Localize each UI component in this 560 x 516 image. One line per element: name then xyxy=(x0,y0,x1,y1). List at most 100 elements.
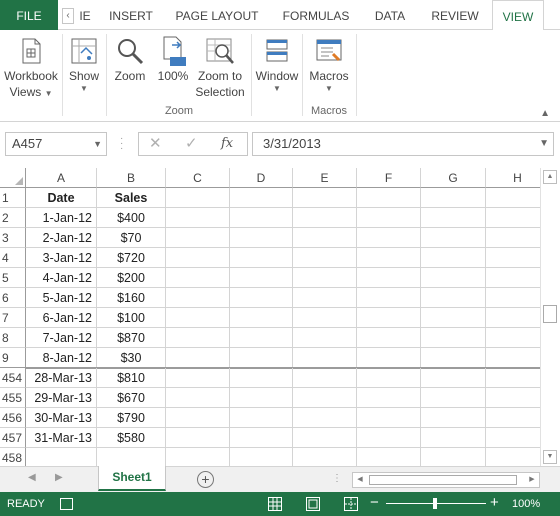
empty-cell[interactable] xyxy=(293,188,357,208)
empty-cell[interactable] xyxy=(230,428,293,448)
row-header[interactable]: 2 xyxy=(0,208,26,228)
row-header[interactable]: 457 xyxy=(0,428,26,448)
scroll-up-icon[interactable]: ▲ xyxy=(543,170,557,184)
empty-cell[interactable] xyxy=(166,208,230,228)
empty-cell[interactable] xyxy=(357,328,421,348)
empty-cell[interactable] xyxy=(357,348,421,368)
vertical-scrollbar[interactable]: ▲ ▼ xyxy=(540,168,560,466)
sales-cell[interactable]: $670 xyxy=(97,388,166,408)
empty-cell[interactable] xyxy=(357,428,421,448)
empty-cell[interactable] xyxy=(357,288,421,308)
workbook-views-button[interactable]: Workbook Views ▼ xyxy=(2,34,60,100)
empty-cell[interactable] xyxy=(357,208,421,228)
zoom-to-selection-button[interactable]: Zoom to Selection xyxy=(194,34,246,100)
empty-cell[interactable] xyxy=(421,188,486,208)
empty-cell[interactable] xyxy=(293,268,357,288)
enter-icon[interactable]: ✓ xyxy=(185,135,198,153)
sheet-next-icon[interactable]: ▶ xyxy=(55,472,63,483)
date-cell[interactable]: 5-Jan-12 xyxy=(26,288,97,308)
header-cell-date[interactable]: Date xyxy=(26,188,97,208)
empty-cell[interactable] xyxy=(230,208,293,228)
column-header-f[interactable]: F xyxy=(357,168,421,188)
empty-cell[interactable] xyxy=(166,188,230,208)
header-cell-sales[interactable]: Sales xyxy=(97,188,166,208)
name-box[interactable]: A457 ▼ xyxy=(5,132,107,156)
column-header-h[interactable]: H xyxy=(486,168,540,188)
sales-cell[interactable]: $400 xyxy=(97,208,166,228)
empty-cell[interactable] xyxy=(486,268,540,288)
horizontal-scroll-thumb[interactable] xyxy=(369,475,517,485)
sales-cell[interactable]: $870 xyxy=(97,328,166,348)
empty-cell[interactable] xyxy=(486,208,540,228)
empty-cell[interactable] xyxy=(166,428,230,448)
empty-cell[interactable] xyxy=(230,268,293,288)
empty-cell[interactable] xyxy=(166,388,230,408)
zoom-100-button[interactable]: 100% xyxy=(154,34,192,84)
empty-cell[interactable] xyxy=(421,248,486,268)
scroll-down-icon[interactable]: ▼ xyxy=(543,450,557,464)
row-header[interactable]: 4 xyxy=(0,248,26,268)
row-header[interactable]: 7 xyxy=(0,308,26,328)
tab-formulas[interactable]: FORMULAS xyxy=(276,0,356,30)
worksheet-grid[interactable]: A B C D E F G H 1 Date Sales 2 1-Jan-12 $400 3 2-Jan-12… xyxy=(0,168,540,466)
row-header[interactable]: 8 xyxy=(0,328,26,348)
empty-cell[interactable] xyxy=(166,228,230,248)
empty-cell[interactable] xyxy=(166,288,230,308)
scroll-right-icon[interactable]: ▶ xyxy=(525,473,539,487)
empty-cell[interactable] xyxy=(293,388,357,408)
sheet-tab-sheet1[interactable]: Sheet1 xyxy=(98,466,166,491)
empty-cell[interactable] xyxy=(486,188,540,208)
empty-cell[interactable] xyxy=(486,348,540,368)
empty-cell[interactable] xyxy=(357,408,421,428)
zoom-out-button[interactable]: − xyxy=(370,494,379,512)
collapse-ribbon-icon[interactable]: ▲ xyxy=(540,108,550,119)
zoom-button[interactable]: Zoom xyxy=(110,34,150,84)
empty-cell[interactable] xyxy=(357,248,421,268)
row-header[interactable]: 456 xyxy=(0,408,26,428)
scroll-left-icon[interactable]: ◀ xyxy=(353,473,367,487)
empty-cell[interactable] xyxy=(421,328,486,348)
row-header[interactable]: 458 xyxy=(0,448,26,466)
sales-cell[interactable]: $160 xyxy=(97,288,166,308)
show-button[interactable]: Show ▼ xyxy=(64,34,104,94)
row-header[interactable]: 455 xyxy=(0,388,26,408)
empty-cell[interactable] xyxy=(357,308,421,328)
date-cell[interactable]: 3-Jan-12 xyxy=(26,248,97,268)
empty-cell[interactable] xyxy=(421,348,486,368)
empty-cell[interactable] xyxy=(230,448,293,466)
date-cell[interactable]: 4-Jan-12 xyxy=(26,268,97,288)
formula-input[interactable]: 3/31/2013 ▼ xyxy=(252,132,554,156)
empty-cell[interactable] xyxy=(293,348,357,368)
empty-cell[interactable] xyxy=(230,188,293,208)
tab-view[interactable]: VIEW xyxy=(492,0,544,31)
empty-cell[interactable] xyxy=(166,328,230,348)
empty-cell[interactable] xyxy=(230,368,293,388)
empty-cell[interactable] xyxy=(166,268,230,288)
empty-cell[interactable] xyxy=(166,348,230,368)
page-layout-view-icon[interactable] xyxy=(306,497,320,511)
empty-cell[interactable] xyxy=(421,448,486,466)
empty-cell[interactable] xyxy=(293,228,357,248)
empty-cell[interactable] xyxy=(166,368,230,388)
date-cell[interactable]: 29-Mar-13 xyxy=(26,388,97,408)
empty-cell[interactable] xyxy=(230,408,293,428)
empty-cell[interactable] xyxy=(486,368,540,388)
empty-cell[interactable] xyxy=(486,408,540,428)
tab-data[interactable]: DATA xyxy=(364,0,416,30)
macro-record-icon[interactable] xyxy=(60,498,73,510)
tab-scroll-left-button[interactable]: ‹ xyxy=(62,8,74,24)
date-cell[interactable]: 2-Jan-12 xyxy=(26,228,97,248)
row-header[interactable]: 454 xyxy=(0,368,26,388)
empty-cell[interactable] xyxy=(230,348,293,368)
empty-cell[interactable] xyxy=(166,408,230,428)
empty-cell[interactable] xyxy=(357,188,421,208)
vertical-scroll-thumb[interactable] xyxy=(543,305,557,323)
sales-cell[interactable]: $200 xyxy=(97,268,166,288)
date-cell[interactable]: 8-Jan-12 xyxy=(26,348,97,368)
column-header-g[interactable]: G xyxy=(421,168,486,188)
empty-cell[interactable] xyxy=(293,368,357,388)
empty-cell[interactable] xyxy=(357,388,421,408)
empty-cell[interactable] xyxy=(421,428,486,448)
zoom-percentage[interactable]: 100% xyxy=(512,492,540,516)
empty-cell[interactable] xyxy=(230,388,293,408)
